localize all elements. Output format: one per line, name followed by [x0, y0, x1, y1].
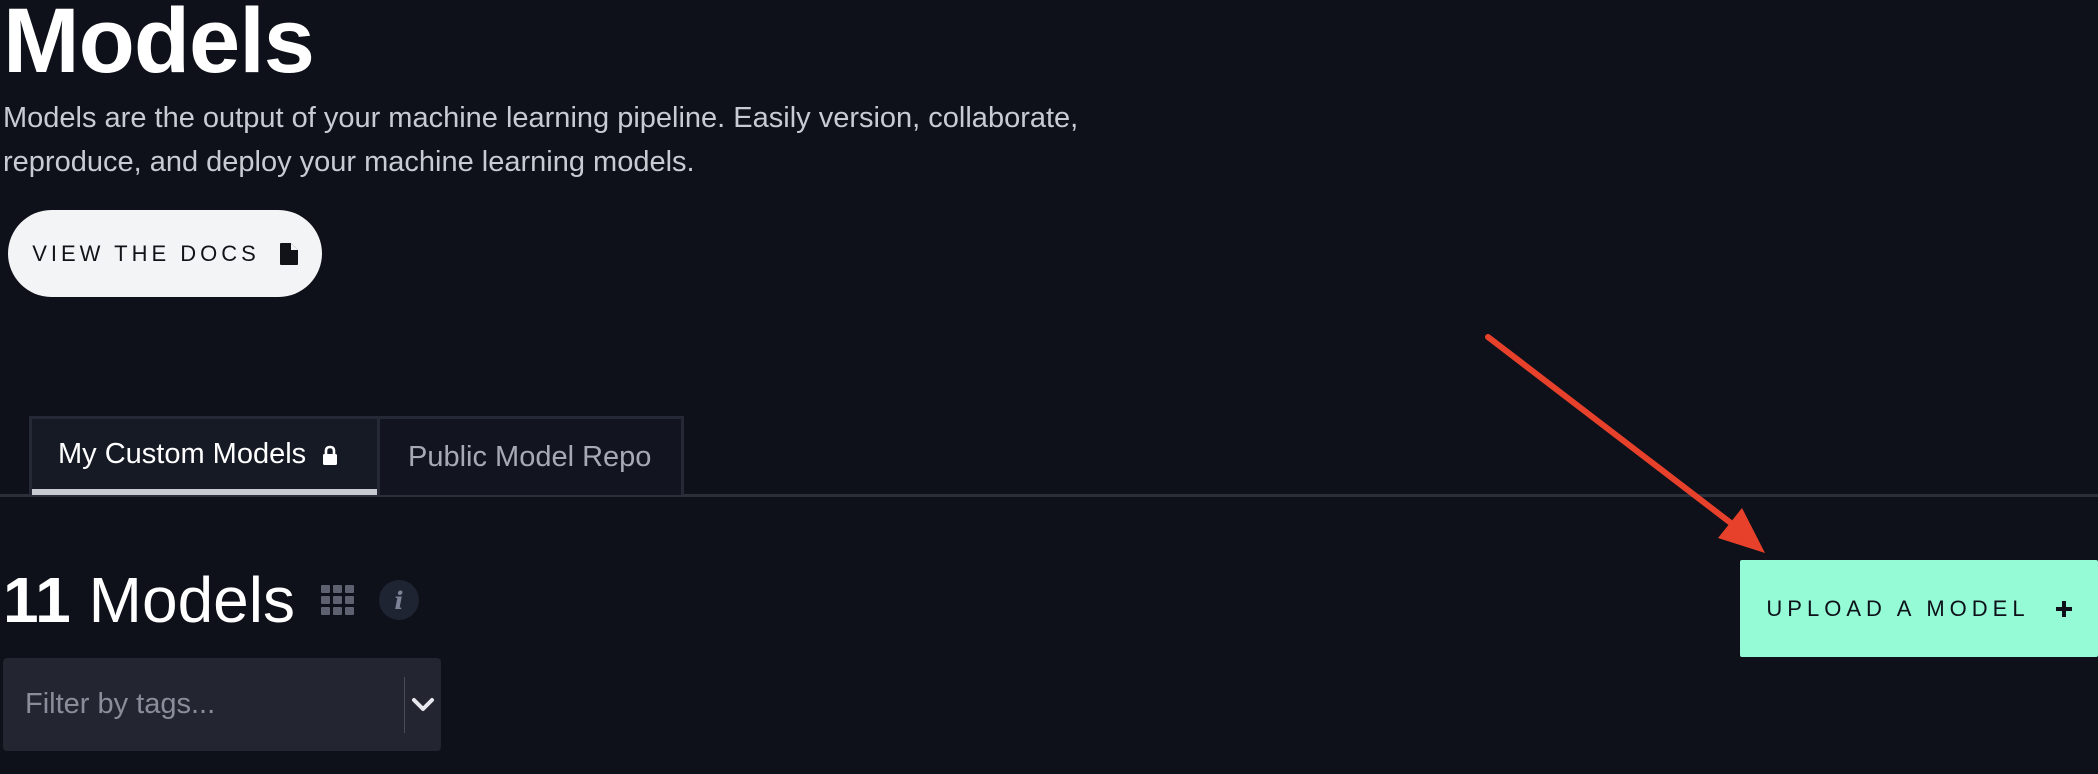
tab-label: My Custom Models — [58, 437, 307, 470]
plus-icon — [2055, 600, 2072, 617]
chevron-down-icon — [411, 697, 434, 711]
upload-a-model-label: UPLOAD A MODEL — [1766, 595, 2030, 621]
filter-dropdown-toggle[interactable] — [405, 658, 441, 751]
models-count-label: Models — [88, 564, 295, 636]
tab-label: Public Model Repo — [408, 440, 652, 473]
tab-public-model-repo[interactable]: Public Model Repo — [377, 419, 681, 495]
view-docs-button[interactable]: VIEW THE DOCS — [8, 210, 322, 297]
tab-my-custom-models[interactable]: My Custom Models — [32, 419, 377, 495]
lock-icon — [323, 445, 338, 465]
grid-icon[interactable] — [320, 585, 355, 615]
view-docs-label: VIEW THE DOCS — [32, 240, 260, 266]
filter-by-tags-input[interactable] — [3, 657, 404, 752]
page-title: Models — [3, 0, 315, 92]
models-summary: 11 Models i — [3, 560, 419, 640]
page-description: Models are the output of your machine le… — [3, 102, 1079, 178]
info-icon[interactable]: i — [378, 580, 419, 620]
models-count: 11 — [3, 564, 71, 636]
upload-a-model-button[interactable]: UPLOAD A MODEL — [1740, 560, 2098, 657]
document-icon — [279, 242, 298, 265]
tag-filter — [3, 657, 441, 752]
model-tabs: My Custom Models Public Model Repo — [29, 416, 684, 495]
models-page: Models Models are the output of your mac… — [0, 0, 2098, 774]
